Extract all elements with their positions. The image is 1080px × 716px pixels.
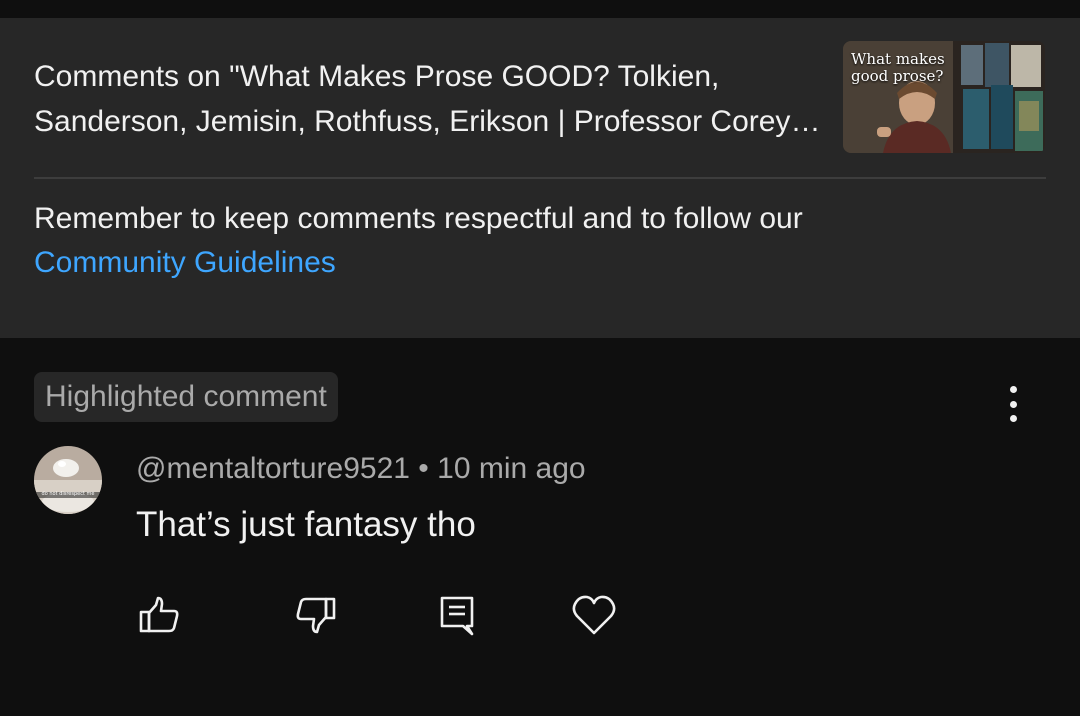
thumbnail-overlay: What makes good prose? <box>851 51 945 85</box>
comment-meta: @mentaltorture9521 • 10 min ago <box>136 447 586 491</box>
community-guidelines-link[interactable]: Community Guidelines <box>34 246 336 279</box>
more-options-icon[interactable] <box>995 382 1031 426</box>
kebab-dot <box>1009 415 1017 422</box>
thumbnail-overlay-line-2: good prose? <box>851 67 944 85</box>
comment-time: 10 min ago <box>437 452 586 485</box>
kebab-dot <box>1009 386 1017 393</box>
comment-body: That’s just fantasy tho <box>136 505 476 544</box>
like-button[interactable] <box>136 592 182 638</box>
status-strip <box>0 0 1080 18</box>
avatar-image <box>34 446 102 514</box>
heart-icon <box>572 595 616 635</box>
header-divider <box>34 177 1046 179</box>
reminder-text: Remember to keep comments respectful and… <box>34 202 803 235</box>
community-reminder: Remember to keep comments respectful and… <box>34 197 1034 285</box>
thumbs-down-icon <box>296 597 336 634</box>
comment-reply-icon <box>440 596 474 636</box>
highlighted-comment-badge: Highlighted comment <box>34 372 338 422</box>
meta-separator: • <box>409 452 438 485</box>
dislike-button[interactable] <box>293 592 339 638</box>
comments-title: Comments on "What Makes Prose GOOD? Tolk… <box>34 60 791 138</box>
reply-button[interactable] <box>434 592 480 638</box>
commenter-avatar[interactable]: do not disrespect me <box>34 446 102 514</box>
kebab-dot <box>1009 400 1017 408</box>
comment-author[interactable]: @mentaltorture9521 <box>136 452 410 485</box>
thumbnail-overlay-line-1: What makes <box>851 50 945 68</box>
heart-button[interactable] <box>571 592 617 638</box>
video-thumbnail[interactable]: What makes good prose? <box>843 41 1045 153</box>
comments-header-panel: Comments on "What Makes Prose GOOD? Tolk… <box>0 18 1080 338</box>
avatar-caption: do not disrespect me <box>41 491 95 497</box>
thumbs-up-icon <box>139 596 179 633</box>
